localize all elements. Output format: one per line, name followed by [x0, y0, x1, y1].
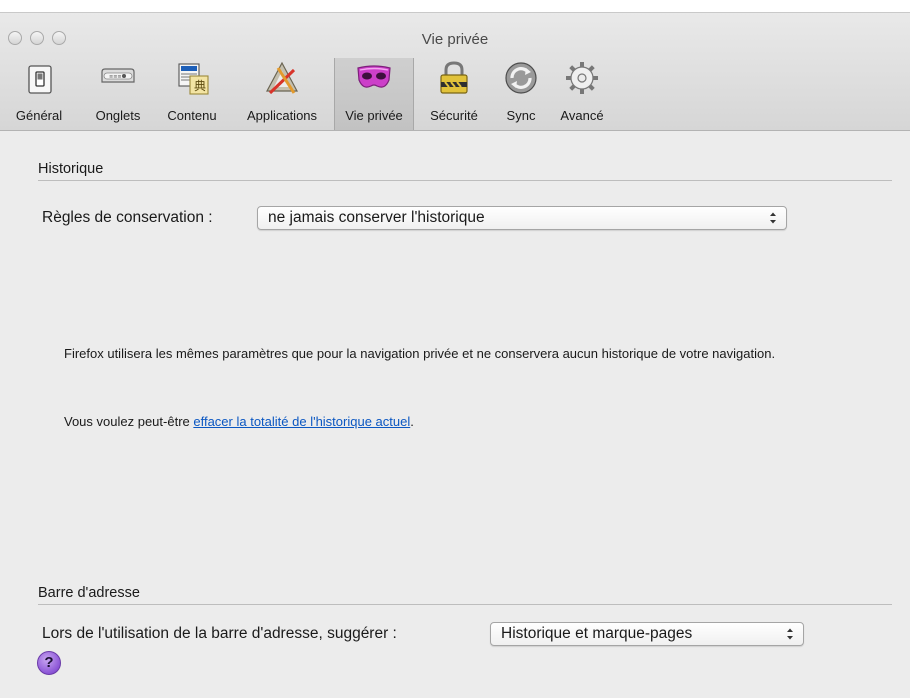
svg-text:典: 典 — [194, 79, 206, 93]
tab-privacy[interactable]: Vie privée — [334, 58, 414, 130]
tab-content[interactable]: 典 Contenu — [156, 58, 228, 130]
tab-security-label: Sécurité — [430, 108, 478, 123]
sync-icon — [505, 62, 537, 94]
addressbar-section-divider — [38, 604, 892, 605]
tab-content-label: Contenu — [167, 108, 217, 123]
addressbar-section-title: Barre d'adresse — [38, 585, 140, 601]
updown-arrows-icon — [787, 628, 793, 640]
retention-rule-value: ne jamais conserver l'historique — [268, 209, 485, 226]
tab-security[interactable]: Sécurité — [418, 58, 490, 130]
help-button[interactable]: ? — [37, 651, 61, 675]
addressbar-suggest-value: Historique et marque-pages — [501, 625, 693, 642]
gear-icon — [566, 62, 598, 94]
tab-sync[interactable]: Sync — [494, 58, 548, 130]
tab-general[interactable]: Général — [0, 58, 78, 130]
updown-arrows-icon — [770, 212, 776, 224]
addressbar-suggest-select[interactable]: Historique et marque-pages — [490, 622, 804, 646]
svg-text:≡≡≡: ≡≡≡ — [109, 74, 122, 80]
clear-history-prefix: Vous voulez peut-être — [64, 414, 194, 429]
clear-history-suffix: . — [410, 414, 414, 429]
clear-history-link[interactable]: effacer la totalité de l'historique actu… — [193, 414, 410, 429]
padlock-icon — [440, 61, 468, 94]
tab-applications-label: Applications — [246, 108, 318, 123]
preferences-window: Vie privée Général ≡≡≡ Onglets 典 Contenu… — [0, 12, 910, 698]
title-bar: Vie privée — [0, 13, 910, 53]
tab-tabs-label: Onglets — [95, 108, 141, 123]
tab-applications[interactable]: Applications — [233, 58, 331, 130]
tab-general-label: Général — [15, 108, 63, 123]
history-description: Firefox utilisera les mêmes paramètres q… — [64, 346, 776, 361]
applications-icon — [265, 61, 299, 95]
retention-rule-label: Règles de conservation : — [42, 209, 213, 226]
tab-tabs[interactable]: ≡≡≡ Onglets — [84, 58, 152, 130]
clear-history-sentence: Vous voulez peut-être effacer la totalit… — [64, 412, 844, 431]
toolbar: Vie privée Général ≡≡≡ Onglets 典 Contenu… — [0, 13, 910, 131]
tabs-icon: ≡≡≡ — [101, 68, 135, 83]
history-section-title: Historique — [38, 161, 104, 177]
window-title: Vie privée — [421, 31, 489, 48]
history-section-divider — [38, 180, 892, 181]
retention-rule-select[interactable]: ne jamais conserver l'historique — [257, 206, 787, 230]
tab-sync-label: Sync — [506, 108, 536, 123]
privacy-mask-icon — [357, 65, 391, 88]
content-icon: 典 — [178, 63, 209, 95]
switch-icon — [28, 65, 52, 94]
tab-advanced[interactable]: Avancé — [552, 58, 612, 130]
addressbar-suggest-label: Lors de l'utilisation de la barre d'adre… — [42, 625, 397, 642]
tab-privacy-label: Vie privée — [345, 108, 403, 123]
tab-advanced-label: Avancé — [560, 108, 604, 123]
